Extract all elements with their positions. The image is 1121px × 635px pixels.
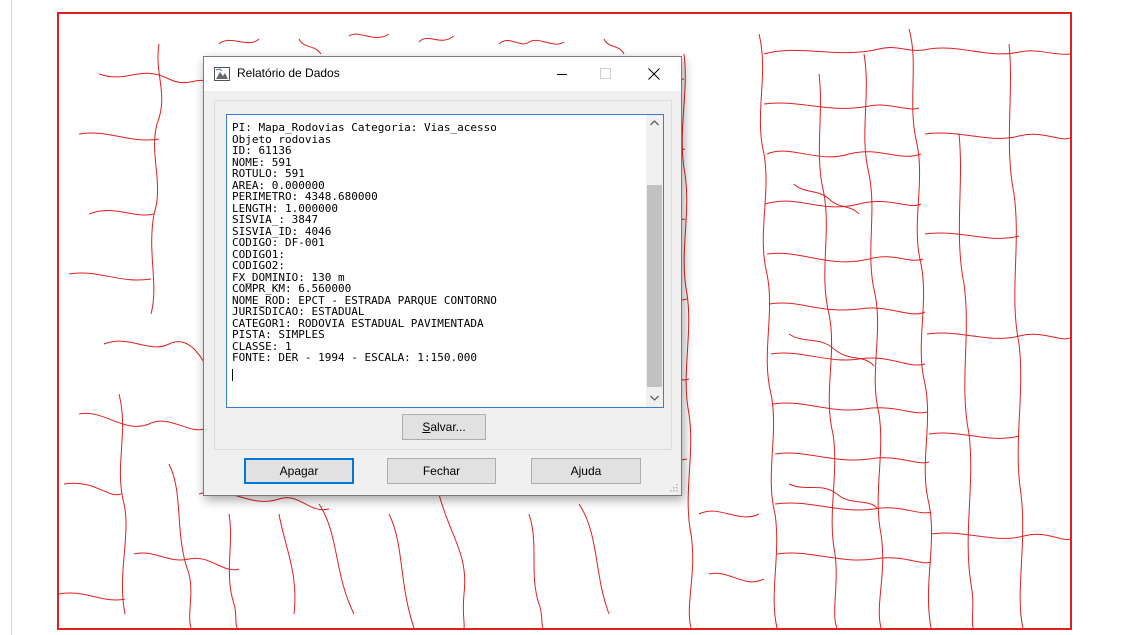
report-line: CODIGO: DF-001 (232, 236, 325, 249)
maximize-button[interactable] (584, 57, 628, 91)
save-button[interactable]: Salvar... (402, 414, 486, 440)
report-line: COMPR_KM: 6.560000 (232, 282, 352, 295)
report-lines: PI: Mapa_Rodovias Categoria: Vias_acesso… (232, 121, 497, 381)
report-line: CODIGO2: (232, 259, 285, 272)
scroll-up-button[interactable] (646, 115, 663, 132)
report-line: PISTA: SIMPLES (232, 328, 325, 341)
scroll-thumb[interactable] (647, 185, 662, 387)
report-text-area[interactable]: PI: Mapa_Rodovias Categoria: Vias_acesso… (226, 114, 664, 408)
clear-button[interactable]: Apagar (244, 458, 354, 484)
report-line: ID: 61136 (232, 144, 292, 157)
report-line: SISVIA_: 3847 (232, 213, 319, 226)
report-line: FONTE: DER - 1994 - ESCALA: 1:150.000 (232, 351, 478, 364)
report-line: PI: Mapa_Rodovias Categoria: Vias_acesso (232, 121, 497, 134)
close-dialog-button[interactable]: Fechar (387, 458, 496, 484)
resize-grip-icon[interactable] (668, 482, 678, 492)
scroll-down-icon (650, 395, 659, 401)
scroll-up-icon (650, 120, 659, 126)
dialog-titlebar[interactable]: Relatório de Dados (204, 57, 681, 91)
maximize-icon (600, 68, 611, 79)
close-icon (648, 68, 660, 80)
text-caret (232, 368, 233, 381)
help-button[interactable]: Ajuda (531, 458, 641, 484)
report-dialog: Relatório de Dados PI: Mapa_Rodovias Cat… (203, 56, 682, 496)
minimize-icon (557, 74, 567, 75)
save-label: alvar... (430, 420, 466, 434)
close-button[interactable] (632, 57, 676, 91)
dialog-title: Relatório de Dados (237, 66, 340, 80)
minimize-button[interactable] (540, 57, 584, 91)
text-caret-line (232, 364, 497, 381)
report-scrollbar[interactable] (646, 115, 663, 407)
report-line: JURISDICAO: ESTADUAL (232, 305, 365, 318)
app-icon (214, 67, 230, 81)
report-line: PERIMETRO: 4348.680000 (232, 190, 378, 203)
scroll-down-button[interactable] (646, 390, 663, 407)
report-line: ROTULO: 591 (232, 167, 305, 180)
page-left-divider (11, 0, 12, 635)
